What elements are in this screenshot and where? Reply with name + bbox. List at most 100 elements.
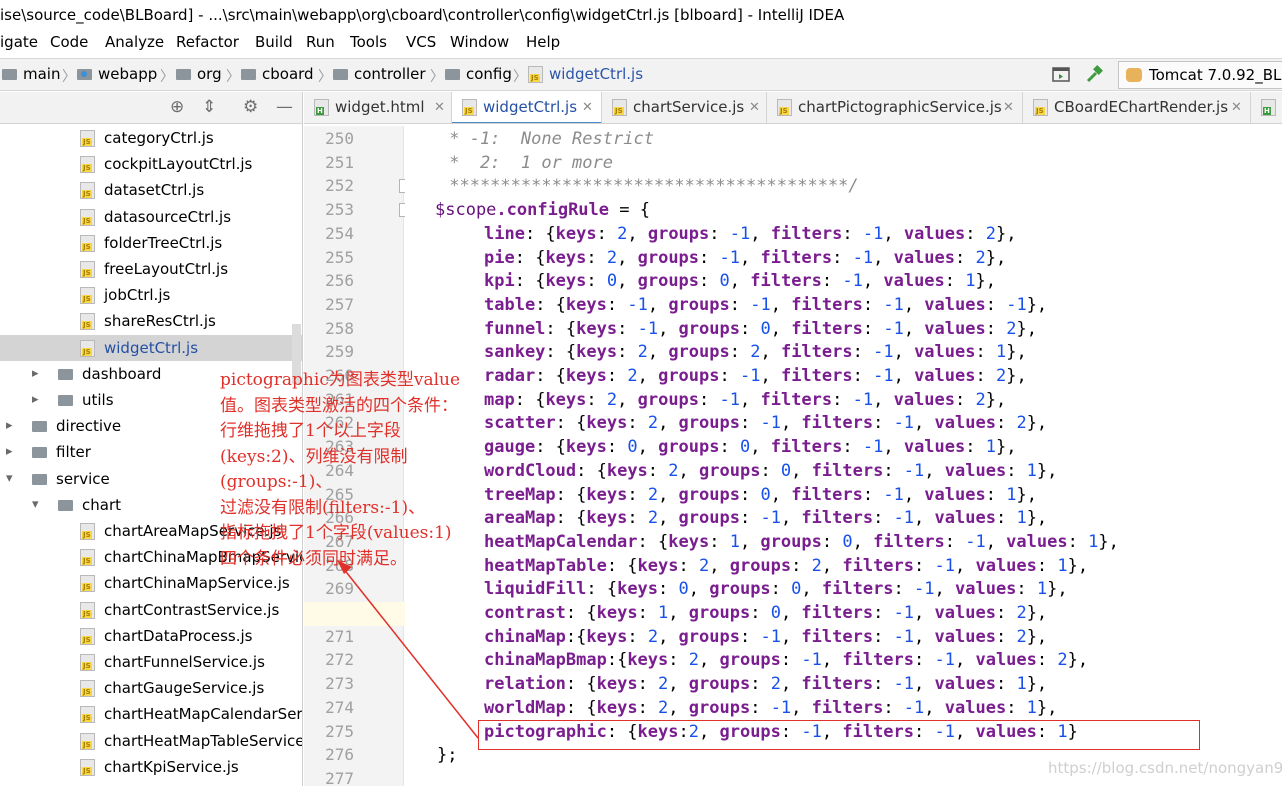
code-punctuation: , — [770, 318, 792, 339]
tree-file-item[interactable]: datasourceCtrl.js — [0, 204, 302, 230]
code-key: groups — [688, 674, 751, 695]
menu-help[interactable]: Help — [526, 33, 560, 51]
breadcrumb-controller[interactable]: controller — [333, 65, 426, 83]
code-punctuation: : — [955, 247, 976, 268]
breadcrumb-org[interactable]: org — [176, 65, 222, 83]
expand-arrow-icon[interactable]: ▸ — [6, 413, 13, 439]
code-punctuation: , — [862, 271, 884, 292]
tree-file-item[interactable]: cockpitLayoutCtrl.js — [0, 151, 302, 177]
code-punctuation: : — [873, 603, 894, 623]
breadcrumb-config[interactable]: config — [445, 65, 512, 83]
js-file-icon — [80, 680, 95, 698]
code-comment: * 2: 1 or more — [439, 152, 613, 173]
close-icon[interactable]: ✕ — [749, 92, 760, 123]
rule-filters-value: -1 — [934, 555, 955, 576]
js-file-icon — [80, 287, 95, 305]
tab-cboardechartrender-js[interactable]: CBoardEChartRender.js✕ — [1023, 92, 1251, 123]
code-key: values — [944, 460, 1007, 481]
menu-run[interactable]: Run — [306, 33, 335, 51]
breadcrumb-webapp[interactable]: webapp — [77, 65, 157, 83]
close-icon[interactable]: ✕ — [582, 92, 593, 123]
breadcrumb-main[interactable]: main — [2, 65, 60, 83]
code-key: filters — [801, 508, 874, 529]
code-line: * -1: None Restrict — [439, 127, 654, 151]
tab-chartpictographicservice-js[interactable]: chartPictographicService.js✕ — [767, 92, 1023, 123]
tree-file-item[interactable]: chartChinaMapService.js — [0, 570, 302, 596]
rule-groups-value: -1 — [750, 294, 771, 315]
gear-icon[interactable]: ⚙ — [243, 97, 258, 117]
tree-file-item[interactable]: chartKpiService.js — [0, 754, 302, 780]
breadcrumb-cboard[interactable]: cboard — [241, 65, 314, 83]
breadcrumb-file[interactable]: widgetCtrl.js — [528, 65, 643, 83]
rule-name: line — [484, 223, 525, 244]
code-line: ***************************************/ — [439, 174, 858, 198]
annotation-line: (groups:-1)、 — [220, 472, 333, 492]
tree-file-item[interactable]: categoryCtrl.js — [0, 125, 302, 151]
menu-window[interactable]: Window — [450, 33, 509, 51]
code-punctuation: , — [985, 531, 1007, 552]
close-icon[interactable]: ✕ — [1231, 92, 1242, 123]
hide-panel-icon[interactable]: — — [276, 97, 293, 117]
annotation-line: 过滤没有限制(filters:-1)、 — [220, 497, 426, 518]
run-configuration-selector[interactable]: Tomcat 7.0.92_BLE — [1118, 61, 1282, 89]
js-file-icon — [80, 549, 95, 567]
tree-file-item[interactable]: shareResCtrl.js — [0, 308, 302, 334]
code-punctuation: : — [883, 460, 904, 481]
close-icon[interactable]: ✕ — [434, 92, 445, 123]
tree-file-item[interactable]: chartFunnelService.js — [0, 649, 302, 675]
tab-widgetctrl-js[interactable]: widgetCtrl.js✕ — [452, 92, 602, 123]
menu-code[interactable]: Code — [50, 33, 88, 51]
expand-arrow-icon[interactable]: ▸ — [32, 387, 39, 413]
tree-file-item[interactable]: freeLayoutCtrl.js — [0, 256, 302, 282]
js-file-icon — [80, 182, 95, 200]
rule-name: pie — [484, 247, 515, 268]
tab-overflow[interactable] — [1251, 92, 1282, 123]
code-punctuation: : { — [555, 484, 587, 505]
code-key: keys — [555, 223, 597, 244]
expand-arrow-icon[interactable]: ▸ — [6, 439, 13, 465]
code-punctuation: }, — [1047, 579, 1068, 600]
collapse-all-icon[interactable]: ⇕ — [202, 97, 216, 117]
tree-file-item[interactable]: folderTreeCtrl.js — [0, 230, 302, 256]
layout-icon[interactable] — [1051, 65, 1071, 85]
folder-icon — [2, 68, 17, 80]
collapse-arrow-icon[interactable]: ▾ — [32, 492, 39, 518]
line-number: 255 — [325, 247, 354, 267]
tree-file-item[interactable]: chartGaugeService.js — [0, 675, 302, 701]
tree-file-item[interactable]: chartContrastService.js — [0, 597, 302, 623]
code-punctuation: , — [658, 484, 679, 505]
close-icon[interactable]: ✕ — [1003, 92, 1014, 123]
build-hammer-icon[interactable] — [1084, 65, 1104, 85]
code-editor[interactable]: * -1: None Restrict * 2: 1 or more *****… — [405, 126, 1282, 786]
code-punctuation: = { — [609, 200, 650, 221]
menu-tools[interactable]: Tools — [350, 33, 387, 51]
code-punctuation: , — [770, 484, 792, 505]
tree-file-item[interactable]: jobCtrl.js — [0, 282, 302, 308]
locate-target-icon[interactable]: ⊕ — [170, 97, 184, 117]
tree-file-item[interactable]: datasetCtrl.js — [0, 177, 302, 203]
code-punctuation: : — [852, 366, 874, 386]
code-punctuation: : — [647, 460, 669, 481]
code-punctuation: : — [719, 437, 740, 458]
tab-chartservice-js[interactable]: chartService.js✕ — [602, 92, 767, 123]
menu-vcs[interactable]: VCS — [406, 33, 436, 51]
tree-file-item[interactable]: chartHeatMapCalendarService.js — [0, 701, 302, 727]
code-punctuation: : — [709, 531, 730, 552]
menu-refactor[interactable]: Refactor — [176, 33, 239, 51]
js-file-icon — [80, 208, 95, 226]
code-punctuation: }, — [1026, 413, 1048, 434]
menu-navigate[interactable]: igate — [0, 33, 38, 51]
code-key: groups — [678, 318, 740, 339]
chevron-right-icon: 〉 — [430, 69, 444, 85]
tree-file-item[interactable]: chartHeatMapTableService.js — [0, 728, 302, 754]
tab-widget-html[interactable]: widget.html ✕ — [304, 92, 452, 123]
collapse-arrow-icon[interactable]: ▾ — [6, 466, 13, 492]
expand-arrow-icon[interactable]: ▸ — [32, 361, 39, 387]
rule-groups-value: -1 — [760, 413, 781, 434]
tree-file-item[interactable]: chartDataProcess.js — [0, 623, 302, 649]
code-punctuation: , — [914, 626, 935, 647]
code-punctuation: : — [1036, 555, 1058, 576]
menu-analyze[interactable]: Analyze — [105, 33, 164, 51]
menu-build[interactable]: Build — [255, 33, 293, 51]
tree-file-item[interactable]: widgetCtrl.js — [0, 334, 302, 361]
